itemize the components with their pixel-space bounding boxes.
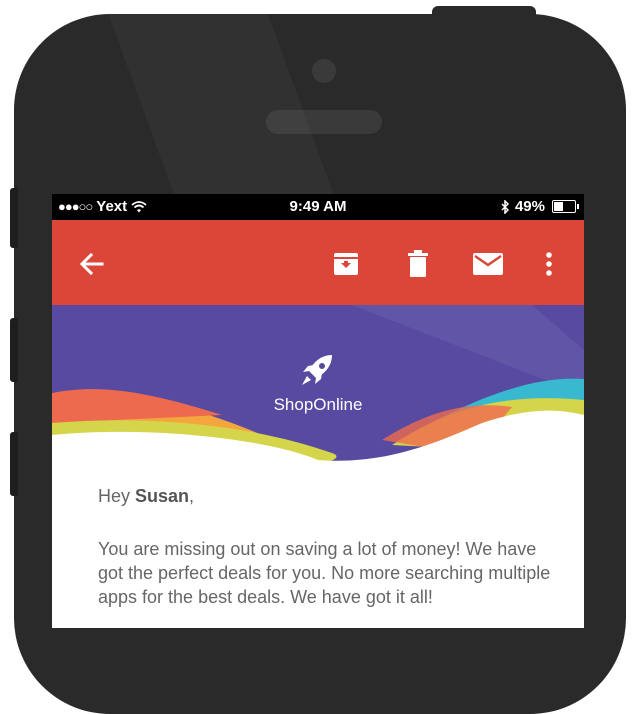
mail-icon[interactable]: [472, 248, 504, 280]
trash-icon[interactable]: [402, 248, 434, 280]
back-arrow-icon[interactable]: [76, 248, 108, 280]
recipient-name: Susan: [135, 486, 190, 506]
greeting-prefix: Hey: [98, 486, 136, 506]
email-message: You are missing out on saving a lot of m…: [98, 539, 551, 607]
bluetooth-icon: [501, 199, 510, 214]
front-camera: [312, 59, 336, 83]
earpiece-speaker: [266, 110, 382, 134]
battery-percent: 49%: [514, 198, 545, 215]
email-header-banner: ShopOnline: [52, 305, 584, 475]
volume-up-button: [10, 318, 18, 382]
battery-level: [554, 202, 563, 211]
phone-screen: ●●●○○ Yext 9:49 AM 49% ShopOnline Hey Su…: [52, 194, 584, 628]
battery-icon: [552, 200, 579, 213]
status-bar: ●●●○○ Yext 9:49 AM 49%: [52, 194, 584, 220]
email-toolbar: [52, 220, 584, 305]
status-right: 49%: [501, 198, 579, 215]
greeting-suffix: ,: [189, 486, 195, 506]
more-vert-icon[interactable]: [533, 248, 565, 280]
volume-down-button: [10, 432, 18, 496]
rocket-icon: [298, 351, 338, 391]
email-greeting: Hey Susan,: [98, 484, 194, 508]
brand-name: ShopOnline: [273, 395, 363, 414]
mute-switch: [10, 188, 18, 248]
power-button: [432, 6, 536, 18]
archive-icon[interactable]: [330, 248, 362, 280]
